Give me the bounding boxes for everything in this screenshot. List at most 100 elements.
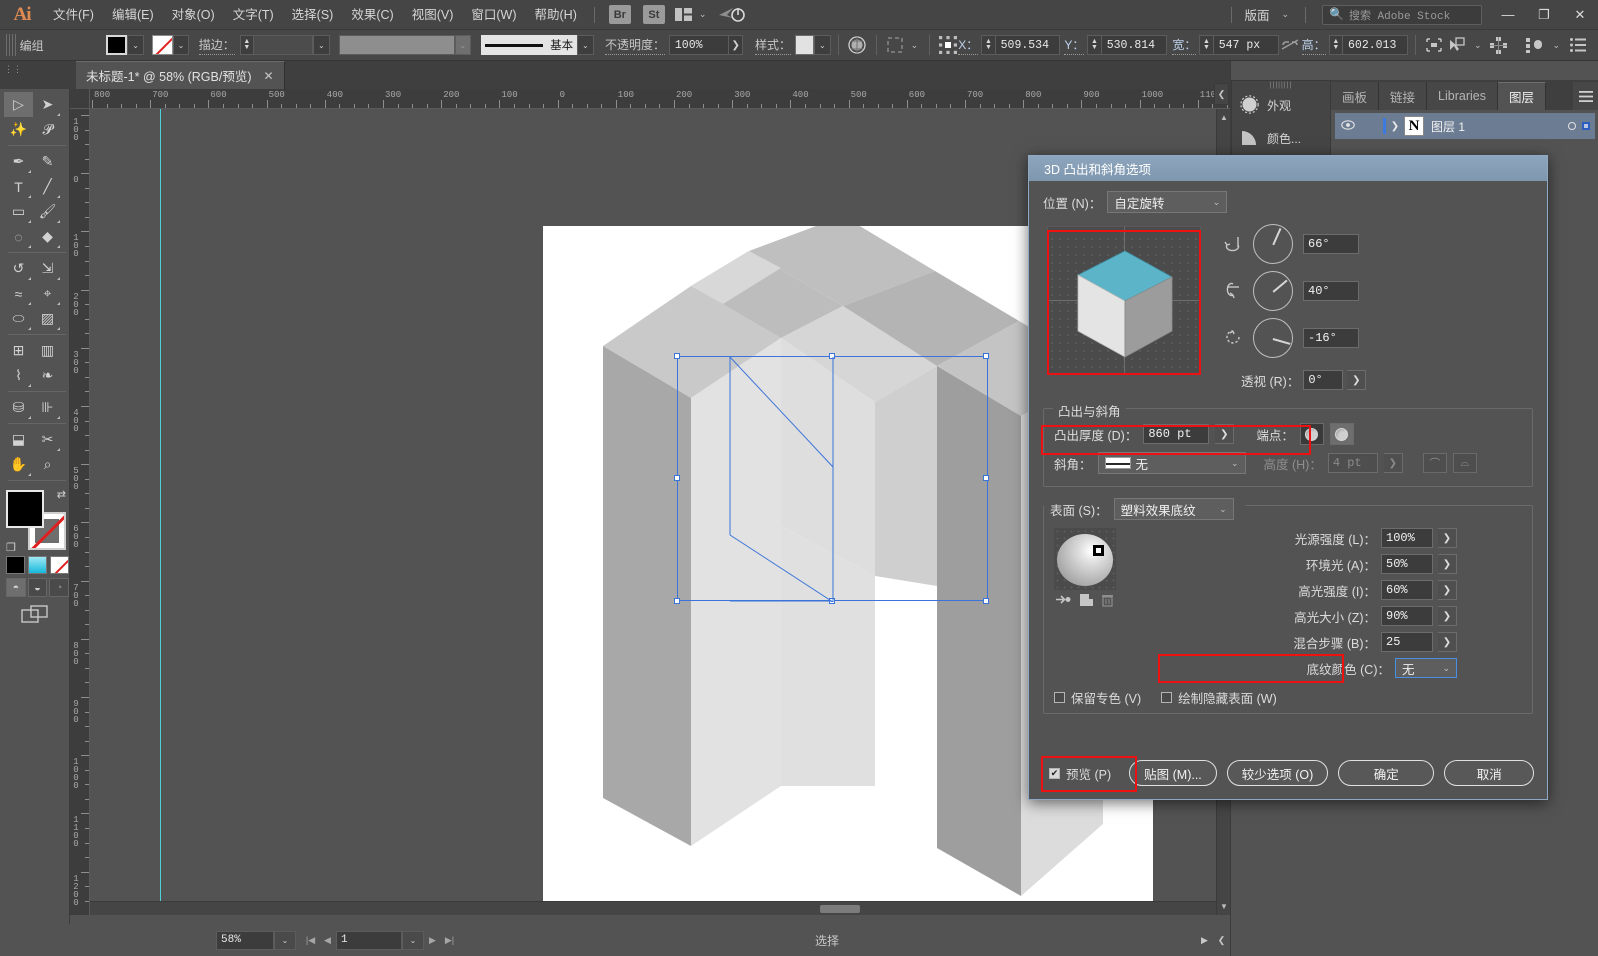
perspective-stepper[interactable]: ❯ xyxy=(1347,370,1366,390)
rotation-cube-widget[interactable] xyxy=(1047,226,1201,374)
rotate-y-input[interactable]: 40° xyxy=(1303,281,1359,301)
column-graph-tool[interactable]: ⊪ xyxy=(33,395,62,420)
arrange-chevron-down-icon[interactable]: ⌄ xyxy=(697,9,715,20)
eye-icon[interactable] xyxy=(1335,120,1361,133)
stroke-weight-chevron-icon[interactable]: ⌄ xyxy=(313,35,329,55)
color-swatch-black[interactable] xyxy=(6,556,25,574)
target-indicator-icon[interactable] xyxy=(1568,122,1576,130)
pen-tool[interactable]: ✒ xyxy=(4,149,33,174)
opacity-more-icon[interactable]: ❯ xyxy=(729,35,743,55)
dock-collapse-icon[interactable]: ❮ xyxy=(1214,83,1229,105)
draw-inside-button[interactable]: ◔ xyxy=(49,578,69,597)
artboard-chevron-down-icon[interactable]: ⌄ xyxy=(402,931,424,950)
draw-normal-button[interactable]: ◓ xyxy=(6,578,26,597)
opacity-input[interactable]: 100% xyxy=(669,35,729,55)
shaper-tool[interactable]: ◌ xyxy=(4,224,33,249)
ambient-light-stepper[interactable]: ❯ xyxy=(1438,554,1457,574)
previous-artboard-button[interactable]: ◀ xyxy=(319,931,336,950)
rotate-x-input[interactable]: 66° xyxy=(1303,234,1359,254)
cancel-button[interactable]: 取消 xyxy=(1444,760,1534,786)
artboard-number-input[interactable]: 1 xyxy=(336,931,402,950)
tab-links[interactable]: 链接 xyxy=(1379,82,1427,110)
minimize-button[interactable]: — xyxy=(1490,0,1526,30)
screen-mode-button[interactable] xyxy=(0,605,69,623)
align-chevron-icon[interactable]: ⌄ xyxy=(907,40,923,51)
select-similar-icon[interactable] xyxy=(1446,34,1469,56)
menu-view[interactable]: 视图(V) xyxy=(403,0,463,30)
highlight-intensity-stepper[interactable]: ❯ xyxy=(1438,580,1457,600)
rotate-z-dial[interactable] xyxy=(1253,318,1293,358)
stock-search-input[interactable]: 🔍 搜索 Adobe Stock xyxy=(1322,5,1482,25)
ambient-light-input[interactable]: 50% xyxy=(1381,554,1433,574)
status-menu-icon[interactable]: ▶ xyxy=(1196,931,1213,950)
map-art-button[interactable]: 贴图 (M)... xyxy=(1129,760,1217,786)
artboard-tool[interactable]: ⬓ xyxy=(4,427,33,452)
width-input[interactable]: 547 px xyxy=(1213,35,1279,55)
workspace-chevron-down-icon[interactable]: ⌄ xyxy=(1273,9,1297,20)
fill-indicator[interactable] xyxy=(6,490,44,528)
reference-point-icon[interactable] xyxy=(937,34,958,56)
highlight-size-input[interactable]: 90% xyxy=(1381,606,1433,626)
blend-steps-stepper[interactable]: ❯ xyxy=(1438,632,1457,652)
eyedropper-tool[interactable]: ⌇ xyxy=(4,363,33,388)
brush-definition-preview[interactable]: 基本 xyxy=(481,35,577,55)
horizontal-scroll-thumb[interactable] xyxy=(820,905,860,913)
scale-tool[interactable]: ⇲ xyxy=(33,256,62,281)
workspace-label[interactable]: 版面 xyxy=(1240,5,1273,24)
zoom-chevron-down-icon[interactable]: ⌄ xyxy=(274,931,296,950)
free-transform-tool[interactable]: ⌖ xyxy=(33,281,62,306)
close-icon[interactable]: ✕ xyxy=(264,69,274,83)
fill-dropdown-chevron-icon[interactable]: ⌄ xyxy=(127,35,143,55)
perspective-input[interactable]: 0° xyxy=(1303,370,1343,390)
position-select[interactable]: 自定旋转 ⌄ xyxy=(1107,191,1227,213)
direct-selection-tool[interactable]: ➤ xyxy=(33,92,62,117)
delete-light-icon[interactable] xyxy=(1102,594,1113,610)
draw-hidden-faces-checkbox[interactable] xyxy=(1161,692,1172,703)
light-source-handle[interactable] xyxy=(1093,545,1104,556)
extrude-depth-input[interactable]: 860 pt xyxy=(1143,424,1209,444)
slice-tool[interactable]: ✂ xyxy=(33,427,62,452)
stroke-weight-label[interactable]: 描边： xyxy=(199,36,235,55)
tab-layers[interactable]: 图层 xyxy=(1498,82,1546,110)
layer-name[interactable]: 图层 1 xyxy=(1431,118,1465,135)
bevel-select[interactable]: 无 ⌄ xyxy=(1098,452,1246,474)
eraser-tool[interactable]: ◆ xyxy=(33,224,62,249)
fewer-options-button[interactable]: 较少选项 (O) xyxy=(1227,760,1329,786)
select-similar-chevron-icon[interactable]: ⌄ xyxy=(1469,40,1487,51)
curvature-tool[interactable]: ✎ xyxy=(33,149,62,174)
layer-row[interactable]: ❯ N 图层 1 xyxy=(1335,113,1595,139)
new-light-icon[interactable] xyxy=(1080,594,1093,610)
tab-libraries[interactable]: Libraries xyxy=(1427,82,1498,110)
first-artboard-button[interactable]: |◀ xyxy=(302,931,319,950)
panel-appearance[interactable]: 外观 xyxy=(1232,89,1330,122)
zoom-level-input[interactable]: 58% xyxy=(216,931,274,950)
rotate-x-dial[interactable] xyxy=(1253,224,1293,264)
light-intensity-input[interactable]: 100% xyxy=(1381,528,1433,548)
stroke-profile-chevron-icon[interactable]: ⌄ xyxy=(455,35,471,55)
symbol-sprayer-tool[interactable]: ⛁ xyxy=(4,395,33,420)
ok-button[interactable]: 确定 xyxy=(1338,760,1434,786)
zoom-tool[interactable]: ⌕ xyxy=(33,452,62,477)
menu-file[interactable]: 文件(F) xyxy=(44,0,103,30)
menu-select[interactable]: 选择(S) xyxy=(283,0,343,30)
preview-checkbox[interactable]: ✔ xyxy=(1049,768,1060,779)
bevel-extent-out-button[interactable]: ⌒ xyxy=(1423,453,1447,473)
menu-window[interactable]: 窗口(W) xyxy=(462,0,525,30)
menu-object[interactable]: 对象(O) xyxy=(163,0,224,30)
align-to-selection-icon[interactable] xyxy=(884,34,907,56)
perspective-grid-tool[interactable]: ▨ xyxy=(33,306,62,331)
light-sphere-widget[interactable] xyxy=(1054,528,1116,590)
opacity-label[interactable]: 不透明度： xyxy=(605,36,665,55)
selection-tool[interactable]: ▷ xyxy=(4,92,33,117)
panel-color[interactable]: 颜色... xyxy=(1232,122,1330,155)
blend-steps-input[interactable]: 25 xyxy=(1381,632,1433,652)
gradient-swatch[interactable] xyxy=(28,556,47,574)
x-stepper[interactable]: ▲▼ xyxy=(981,35,995,55)
move-light-back-icon[interactable] xyxy=(1056,594,1071,610)
menu-edit[interactable]: 编辑(E) xyxy=(103,0,163,30)
y-coordinate-input[interactable]: 530.814 xyxy=(1101,35,1167,55)
preserve-spot-colors-checkbox[interactable] xyxy=(1054,692,1065,703)
width-stepper[interactable]: ▲▼ xyxy=(1199,35,1213,55)
panel-menu-icon[interactable] xyxy=(1573,82,1598,110)
menu-help[interactable]: 帮助(H) xyxy=(526,0,586,30)
